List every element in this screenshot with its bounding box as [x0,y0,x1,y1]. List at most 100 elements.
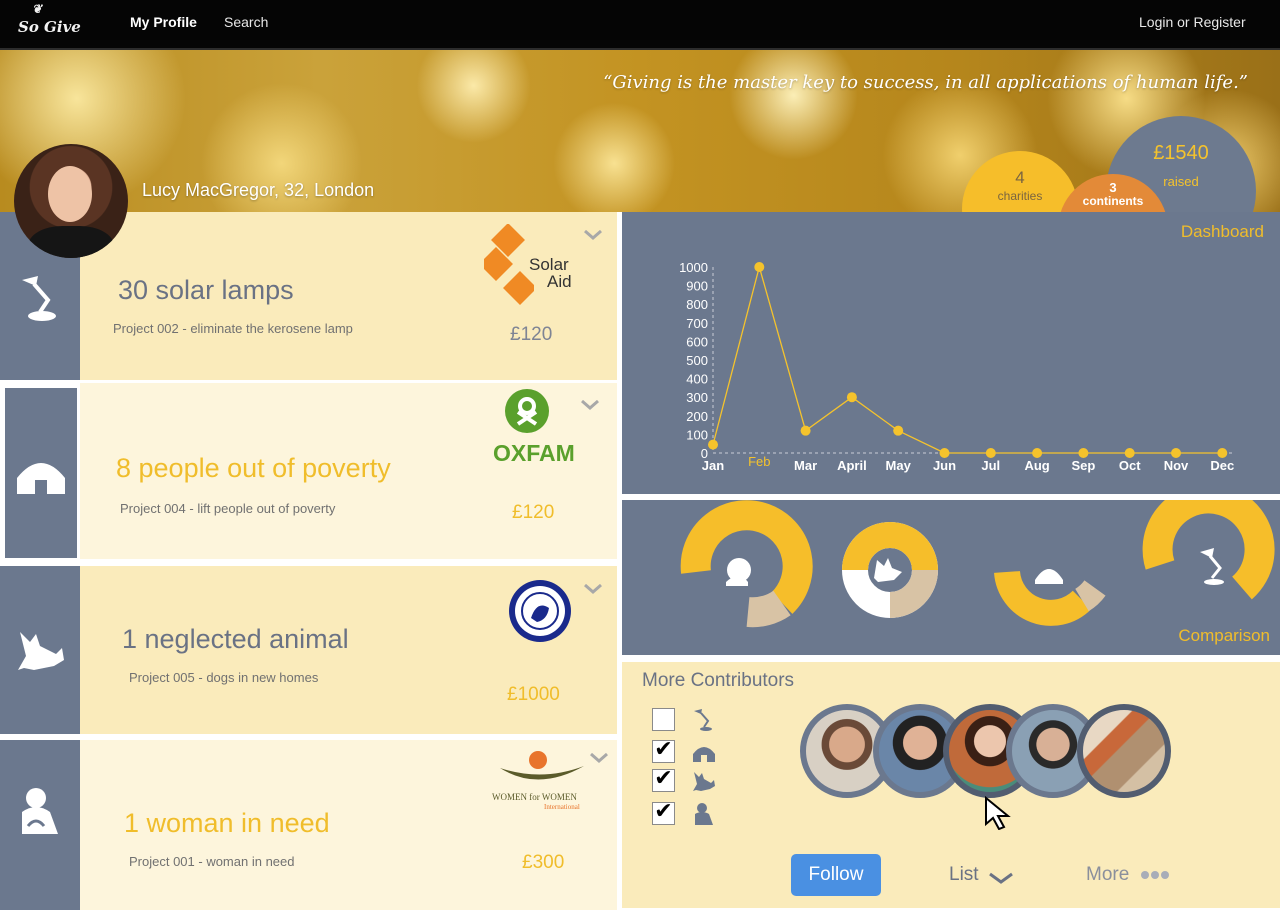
y-tick-label: 500 [686,353,708,368]
list-button[interactable]: List [949,864,1013,886]
x-tick-label: Mar [794,458,817,473]
follow-button[interactable]: Follow [791,854,881,896]
filter-checkbox-dog[interactable]: ✔ [652,768,675,792]
card-amount: £120 [510,324,553,345]
card-amount: £1000 [507,684,560,705]
y-tick-label: 300 [686,390,708,405]
card-amount: £300 [522,852,565,873]
impact-card-woman[interactable]: 1 woman in need Project 001 - woman in n… [0,740,617,910]
x-tick-label: Jul [981,458,1000,473]
data-point [1124,448,1135,458]
battersea-logo-icon [509,580,571,642]
donut-dog [842,522,938,618]
data-point [893,425,904,436]
card-project: Project 005 - dogs in new homes [129,670,319,685]
card-side [2,385,80,561]
womenforwomen-logo-text: WOMEN for WOMEN International [492,792,580,811]
x-tick-label: Jun [933,458,956,473]
filter-checkbox-lamp[interactable] [652,708,675,731]
card-project: Project 004 - lift people out of poverty [120,501,336,516]
y-tick-label: 700 [686,316,708,331]
dashboard-panel: Dashboard 0 100 200 300 400 500 600 700 800 900 10… [622,212,1280,494]
avatar[interactable] [14,144,128,258]
oxfam-logo-text: OXFAM [493,440,575,466]
donut-house [994,569,1106,626]
impact-card-poverty[interactable]: 8 people out of poverty Project 004 - li… [0,383,617,561]
more-button[interactable]: More [1086,864,1169,886]
x-tick-label: Jan [702,458,724,473]
y-tick-label: 400 [686,372,708,387]
contributors-panel: More Contributors ✔ ✔ ✔ Follow List More [622,662,1280,908]
nav-search[interactable]: Search [224,14,268,30]
data-point [1171,448,1181,458]
data-line [712,264,1223,454]
login-register-link[interactable]: Login or Register [1139,14,1246,30]
donation-line-chart: 01002003004005006007008009001000Jan Feb Ma… [679,260,1234,473]
womenforwomen-logo-icon [500,751,584,780]
card-project: Project 002 - eliminate the kerosene lam… [113,321,353,336]
chevron-down-icon[interactable] [590,753,608,763]
card-side [0,566,80,734]
user-name: Lucy MacGregor, 32, London [142,180,375,200]
y-tick-label: 900 [686,279,708,294]
oxfam-logo-icon [505,389,549,433]
data-point [985,448,996,458]
chevron-down-icon [988,872,1013,884]
x-tick-label: Dec [1210,458,1234,473]
data-point [754,262,765,272]
lamp-icon [22,276,56,321]
x-tick-label: Oct [1119,458,1141,473]
filter-checkbox-woman[interactable]: ✔ [652,801,675,825]
data-point [800,425,811,436]
card-amount: £120 [512,502,555,523]
dog-icon [693,772,715,791]
y-tick-label: 100 [686,427,708,442]
woman-icon [22,788,58,834]
solaraid-logo-text: Solar Aid [529,255,572,291]
y-tick-label: 200 [686,409,708,424]
nav-my-profile[interactable]: My Profile [130,14,197,30]
solaraid-logo-icon [484,224,534,305]
more-dots-icon [1140,871,1169,879]
card-headline: 8 people out of poverty [116,453,391,483]
impact-card-animal[interactable]: 1 neglected animal Project 005 - dogs in… [0,566,617,734]
x-tick-label: Aug [1024,458,1049,473]
contributors-title: More Contributors [642,670,795,691]
card-headline: 30 solar lamps [118,275,294,305]
data-point [708,439,718,450]
y-tick-label: 800 [686,297,708,312]
house-icon [693,747,715,762]
chevron-down-icon[interactable] [584,584,602,594]
x-tick-label: Feb [748,454,770,469]
x-tick-label: May [886,458,912,473]
x-tick-label: April [837,458,867,473]
card-project: Project 001 - woman in need [129,854,295,869]
comparison-title: Comparison [1178,626,1270,645]
sogive-logo[interactable]: ❦ So Give [18,2,81,36]
donut-lamp [1142,500,1275,600]
dog-icon [18,632,64,670]
data-point [1032,448,1043,458]
card-headline: 1 woman in need [124,808,330,838]
card-headline: 1 neglected animal [122,624,349,654]
top-nav: ❦ So Give My Profile Search Login or Reg… [0,0,1280,50]
data-point [846,392,857,403]
comparison-panel: Comparison [622,500,1280,655]
x-tick-label: Sep [1071,458,1095,473]
data-point [1078,448,1089,458]
banner-quote: “Giving is the master key to success, in… [603,72,1248,93]
y-tick-label: 1000 [679,260,708,275]
chevron-down-icon[interactable] [581,400,599,410]
data-point [1217,448,1228,458]
y-tick-label: 600 [686,334,708,349]
chevron-down-icon[interactable] [584,230,602,240]
card-side [0,740,80,910]
donut-woman [680,500,813,628]
woman-icon [695,803,713,825]
cursor-icon [985,796,1011,830]
x-tick-label: Nov [1164,458,1189,473]
house-icon [17,463,65,494]
contributor-avatar[interactable] [1077,704,1171,798]
filter-checkbox-house[interactable]: ✔ [652,739,675,763]
data-point [939,448,950,458]
